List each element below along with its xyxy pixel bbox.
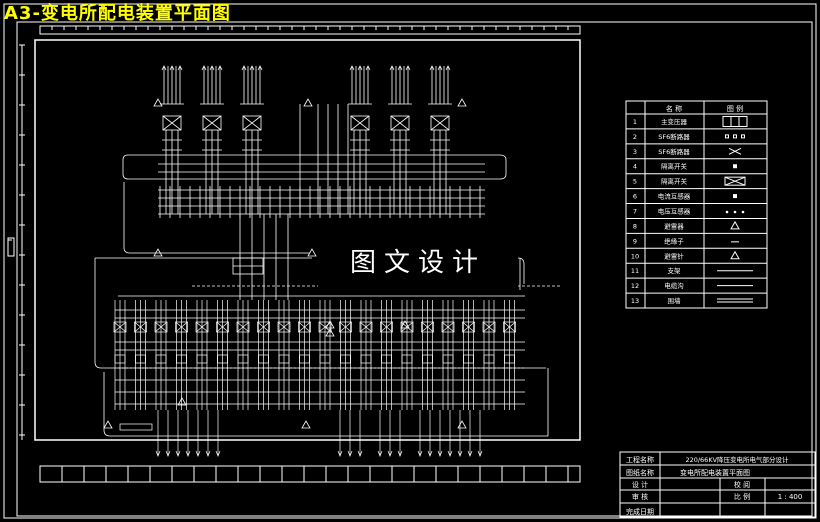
small-square-symbol [733,194,737,199]
legend-table [625,100,768,309]
legend-row-name: 避雷针 [664,251,684,260]
tb-project-label: 工程名称 [626,455,654,464]
legend-row-no: 12 [631,282,639,290]
legend-row-no: 13 [631,297,639,305]
tb-drawing-value: 变电所配电装置平面图 [680,468,750,477]
legend-row-name: 支架 [668,266,682,275]
legend-row-name: 电压互感器 [658,207,691,216]
substation-plan [94,154,560,437]
legend-row-no: 10 [631,252,639,260]
tb-scale-value: 1 : 400 [778,493,803,501]
legend-row-name: 隔离开关 [661,162,688,171]
legend-row-no: 9 [633,237,637,245]
legend-row-no: 6 [633,193,637,201]
legend-row-name: 主变压器 [661,117,688,126]
legend-row-no: 3 [633,148,637,156]
legend-header-name: 名 称 [666,104,682,113]
legend-row-name: SF6断路器 [658,147,690,156]
three-dots-symbol [725,134,745,139]
legend-row-no: 11 [631,267,639,275]
legend-row-name: 电缆沟 [664,281,684,290]
tb-date-label: 完成日期 [626,507,654,516]
legend-rows: 1 主变压器 2 SF6断路器 3 SF6断路器 4 隔离开关 5 隔离开关 6 电流互感器 7 电压互感… [626,115,767,305]
tb-designer-label: 设 计 [632,480,648,489]
lower-feeders [113,300,516,457]
legend-row-name: 避雷器 [664,221,684,230]
legend-row-name: 电流互感器 [658,192,691,201]
x-mark-symbol [728,147,742,155]
legend-row-no: 5 [633,178,637,186]
tb-drawing-label: 图纸名称 [626,468,654,477]
legend-row-no: 1 [633,118,637,126]
triangle-symbol [730,250,740,260]
dots-row-symbol [725,210,745,214]
legend-row-name: 绝缘子 [664,236,684,245]
legend-row-no: 4 [633,163,637,171]
triangle-symbol [730,220,740,230]
legend-row-name: SF6断路器 [658,132,690,141]
ruler-top [39,25,581,35]
legend-row-no: 7 [633,208,637,216]
boxed-x-symbol [724,176,746,186]
tb-project-value: 220/66KV降压变电所电气部分设计 [685,455,789,464]
tb-approve-label: 审 核 [632,492,648,501]
tb-review-label: 校 阅 [734,480,750,489]
watermark: 图文设计 [318,238,518,288]
legend-row-name: 围墙 [668,296,682,305]
page-title: A3-变电所配电装置平面图 [4,3,231,24]
tb-scale-label: 比 例 [734,492,750,501]
ruler-bottom [39,465,581,483]
legend-header-symbol: 图 例 [727,104,743,113]
transformer-symbol [722,115,748,127]
legend-row-no: 8 [633,222,637,230]
small-square-symbol [733,164,737,169]
legend-row-no: 2 [633,133,637,141]
double-line-symbol [717,298,753,303]
legend-row-name: 隔离开关 [661,177,688,186]
ruler-left [19,44,25,440]
